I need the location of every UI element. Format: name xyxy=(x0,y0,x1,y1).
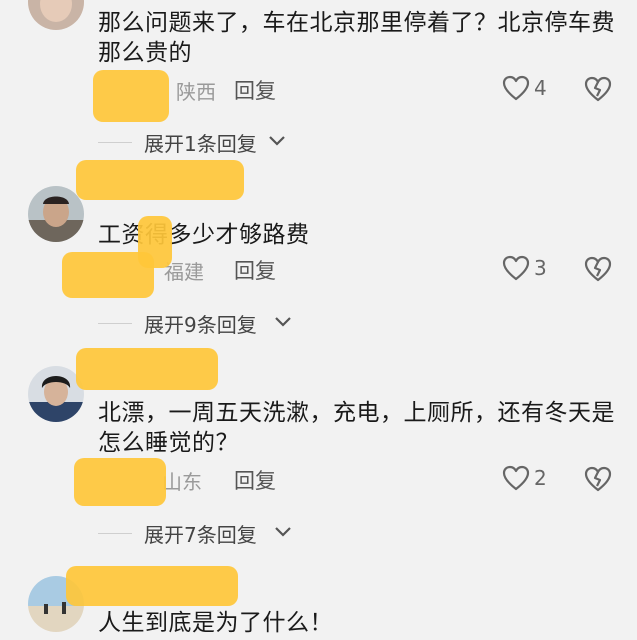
chevron-down-icon xyxy=(275,527,291,537)
divider xyxy=(98,323,132,324)
broken-heart-icon[interactable] xyxy=(584,75,612,103)
like-count: 2 xyxy=(534,466,547,490)
comment-meta: 山东 回复 2 xyxy=(98,462,618,496)
heart-outline-icon xyxy=(502,255,530,281)
reply-button[interactable]: 回复 xyxy=(234,465,276,495)
avatar[interactable] xyxy=(28,186,84,242)
redaction xyxy=(62,252,154,298)
expand-replies-button[interactable]: 展开7条回复 xyxy=(98,518,398,548)
expand-replies-label: 展开9条回复 xyxy=(144,313,257,337)
divider xyxy=(98,533,132,534)
avatar[interactable] xyxy=(28,0,84,30)
comment-meta: 陕西 回复 4 xyxy=(98,72,618,106)
divider xyxy=(98,142,132,143)
comment-text: 北漂，一周五天洗漱，充电，上厕所，还有冬天是怎么睡觉的？ xyxy=(98,400,615,456)
broken-heart-icon[interactable] xyxy=(584,465,612,493)
like-count: 3 xyxy=(534,256,547,280)
redaction xyxy=(66,566,238,606)
like-count: 4 xyxy=(534,76,547,100)
chevron-down-icon xyxy=(269,136,285,146)
avatar-image xyxy=(28,0,84,30)
heart-outline-icon xyxy=(502,75,530,101)
redaction xyxy=(76,348,218,390)
reply-button[interactable]: 回复 xyxy=(234,75,276,105)
expand-replies-label: 展开1条回复 xyxy=(144,132,257,156)
broken-heart-icon[interactable] xyxy=(584,255,612,283)
comment-text: 那么问题来了，车在北京那里停着了？北京停车费那么贵的 xyxy=(98,10,615,66)
redaction xyxy=(76,160,244,200)
expand-replies-label: 展开7条回复 xyxy=(144,523,257,547)
region-label: 山东 xyxy=(162,470,202,494)
heart-outline-icon xyxy=(502,465,530,491)
comment-text: 人生到底是为了什么！ xyxy=(98,610,333,636)
avatar-image xyxy=(28,186,84,242)
redaction xyxy=(93,70,169,122)
expand-replies-button[interactable]: 展开1条回复 xyxy=(98,127,398,157)
expand-replies-button[interactable]: 展开9条回复 xyxy=(98,308,398,338)
comment-meta: 福建 回复 3 xyxy=(98,252,618,286)
region-label: 陕西 xyxy=(176,80,216,104)
chevron-down-icon xyxy=(275,317,291,327)
redaction xyxy=(74,458,166,506)
comment-text: 工资得多少才够路费 xyxy=(98,222,310,248)
reply-button[interactable]: 回复 xyxy=(234,255,276,285)
